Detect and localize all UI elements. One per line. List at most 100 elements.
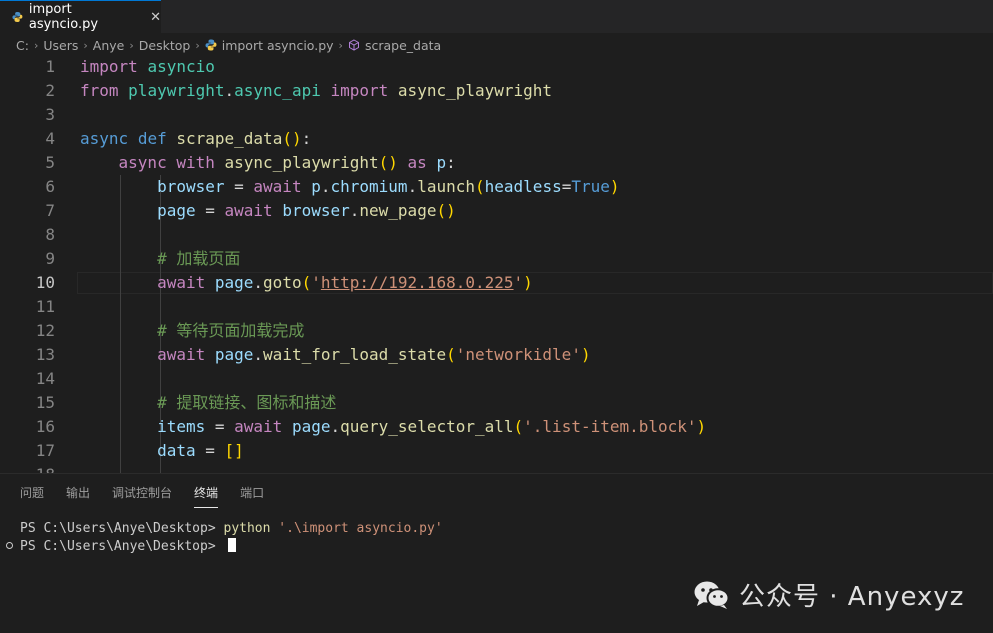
line-number: 12 — [35, 321, 55, 340]
chevron-right-icon: › — [338, 38, 343, 52]
code-editor[interactable]: 1 import asyncio 2 from playwright.async… — [0, 55, 993, 473]
token: 'networkidle' — [455, 345, 581, 364]
terminal-line: PS C:\Users\Anye\Desktop> — [20, 538, 443, 556]
token: = — [224, 177, 254, 196]
line-number: 2 — [45, 81, 55, 100]
token: def — [137, 129, 167, 148]
code-text: browser = await p.chromium.launch(headle… — [80, 175, 620, 199]
tab-output[interactable]: 输出 — [66, 484, 90, 508]
token: () — [436, 201, 456, 220]
line-number: 8 — [45, 225, 55, 244]
url-link[interactable]: http://192.168.0.225 — [321, 273, 514, 292]
tab-title: import asyncio.py — [28, 2, 99, 32]
terminal-line: PS C:\Users\Anye\Desktop> python '.\impo… — [20, 520, 443, 538]
python-file-icon — [12, 12, 23, 22]
code-line: 9 # 加载页面 — [0, 247, 993, 271]
token: with — [176, 153, 215, 172]
token: = — [205, 417, 235, 436]
token: '.list-item.block' — [523, 417, 697, 436]
token: async — [118, 153, 167, 172]
code-line: 13 await page.wait_for_load_state('netwo… — [0, 343, 993, 367]
chevron-right-icon: › — [195, 38, 200, 52]
token: await — [224, 201, 273, 220]
tab-debug-console[interactable]: 调试控制台 — [112, 484, 172, 508]
tab-ports[interactable]: 端口 — [240, 484, 264, 508]
editor-tab-bar: import asyncio.py ✕ — [0, 0, 993, 33]
token: ) — [523, 273, 533, 292]
token: async — [80, 129, 129, 148]
code-line-active: 10 await page.goto('http://192.168.0.225… — [0, 271, 993, 295]
code-line: 5 async with async_playwright() as p: — [0, 151, 993, 175]
terminal-cursor — [227, 538, 236, 552]
chevron-right-icon: › — [33, 38, 39, 52]
breadcrumb-item-drive[interactable]: C: — [16, 38, 29, 53]
line-number: 5 — [45, 153, 55, 172]
token: playwright — [128, 81, 225, 100]
close-icon[interactable]: ✕ — [150, 10, 161, 25]
line-number: 14 — [35, 369, 55, 388]
code-line: 6 browser = await p.chromium.launch(head… — [0, 175, 993, 199]
token: . — [320, 177, 331, 196]
tab-terminal[interactable]: 终端 — [194, 484, 219, 508]
comment: # 加载页面 — [157, 249, 241, 268]
code-line: 4 async def scrape_data(): — [0, 127, 993, 151]
token: page — [291, 417, 331, 436]
breadcrumb-item-file[interactable]: import asyncio.py — [222, 38, 334, 53]
breadcrumb: C: › Users › Anye › Desktop › import asy… — [16, 36, 441, 54]
breadcrumb-item-symbol[interactable]: scrape_data — [365, 38, 441, 53]
token: ' — [311, 273, 321, 292]
tab-import-asyncio[interactable]: import asyncio.py ✕ — [0, 0, 161, 33]
token: : — [446, 153, 456, 172]
breadcrumb-item-anye[interactable]: Anye — [93, 38, 125, 53]
line-number: 17 — [35, 441, 55, 460]
panel-tabs: 问题 输出 调试控制台 终端 端口 — [20, 484, 264, 508]
code-text: await page.goto('http://192.168.0.225') — [80, 271, 533, 295]
token: query_selector_all — [340, 417, 514, 436]
watermark-text: 公众号 · Anyexyz — [739, 582, 965, 612]
token: ' — [513, 273, 524, 292]
token: async_api — [234, 81, 321, 100]
terminal-output[interactable]: PS C:\Users\Anye\Desktop> python '.\impo… — [20, 520, 443, 556]
chevron-right-icon: › — [129, 38, 134, 52]
token: await — [157, 273, 206, 292]
code-line: 12 # 等待页面加载完成 — [0, 319, 993, 343]
code-text: import asyncio — [80, 55, 215, 79]
chevron-right-icon: › — [83, 38, 88, 52]
tab-problems[interactable]: 问题 — [20, 484, 44, 508]
breadcrumb-item-desktop[interactable]: Desktop — [139, 38, 191, 53]
token: await — [234, 417, 283, 436]
token: browser — [157, 177, 225, 196]
token: True — [571, 177, 610, 196]
token: [] — [224, 441, 244, 460]
code-line: 2 from playwright.async_api import async… — [0, 79, 993, 103]
token: . — [224, 81, 235, 100]
token: ) — [696, 417, 707, 436]
code-line: 14 — [0, 367, 993, 391]
token: launch — [417, 177, 475, 196]
token: . — [349, 201, 360, 220]
token: wait_for_load_state — [263, 345, 447, 364]
token: import — [80, 57, 138, 76]
token: new_page — [359, 201, 437, 220]
token: ( — [446, 345, 456, 364]
token: ) — [609, 177, 620, 196]
code-text: # 等待页面加载完成 — [80, 319, 304, 343]
code-text: async with async_playwright() as p: — [80, 151, 456, 175]
token: () — [282, 129, 302, 148]
token: . — [253, 273, 264, 292]
breadcrumb-item-users[interactable]: Users — [43, 38, 78, 53]
line-number: 6 — [45, 177, 55, 196]
token: from — [80, 81, 119, 100]
token: ) — [580, 345, 591, 364]
code-text: from playwright.async_api import async_p… — [80, 79, 552, 103]
token: ( — [513, 417, 524, 436]
line-number: 18 — [36, 463, 55, 473]
code-text: # 加载页面 — [80, 247, 240, 271]
comment: # 提取链接、图标和描述 — [157, 393, 337, 412]
token: headless — [484, 177, 562, 196]
token: . — [407, 177, 418, 196]
token: page — [214, 273, 254, 292]
code-line: 15 # 提取链接、图标和描述 — [0, 391, 993, 415]
token: () — [378, 153, 398, 172]
token: as — [407, 153, 427, 172]
